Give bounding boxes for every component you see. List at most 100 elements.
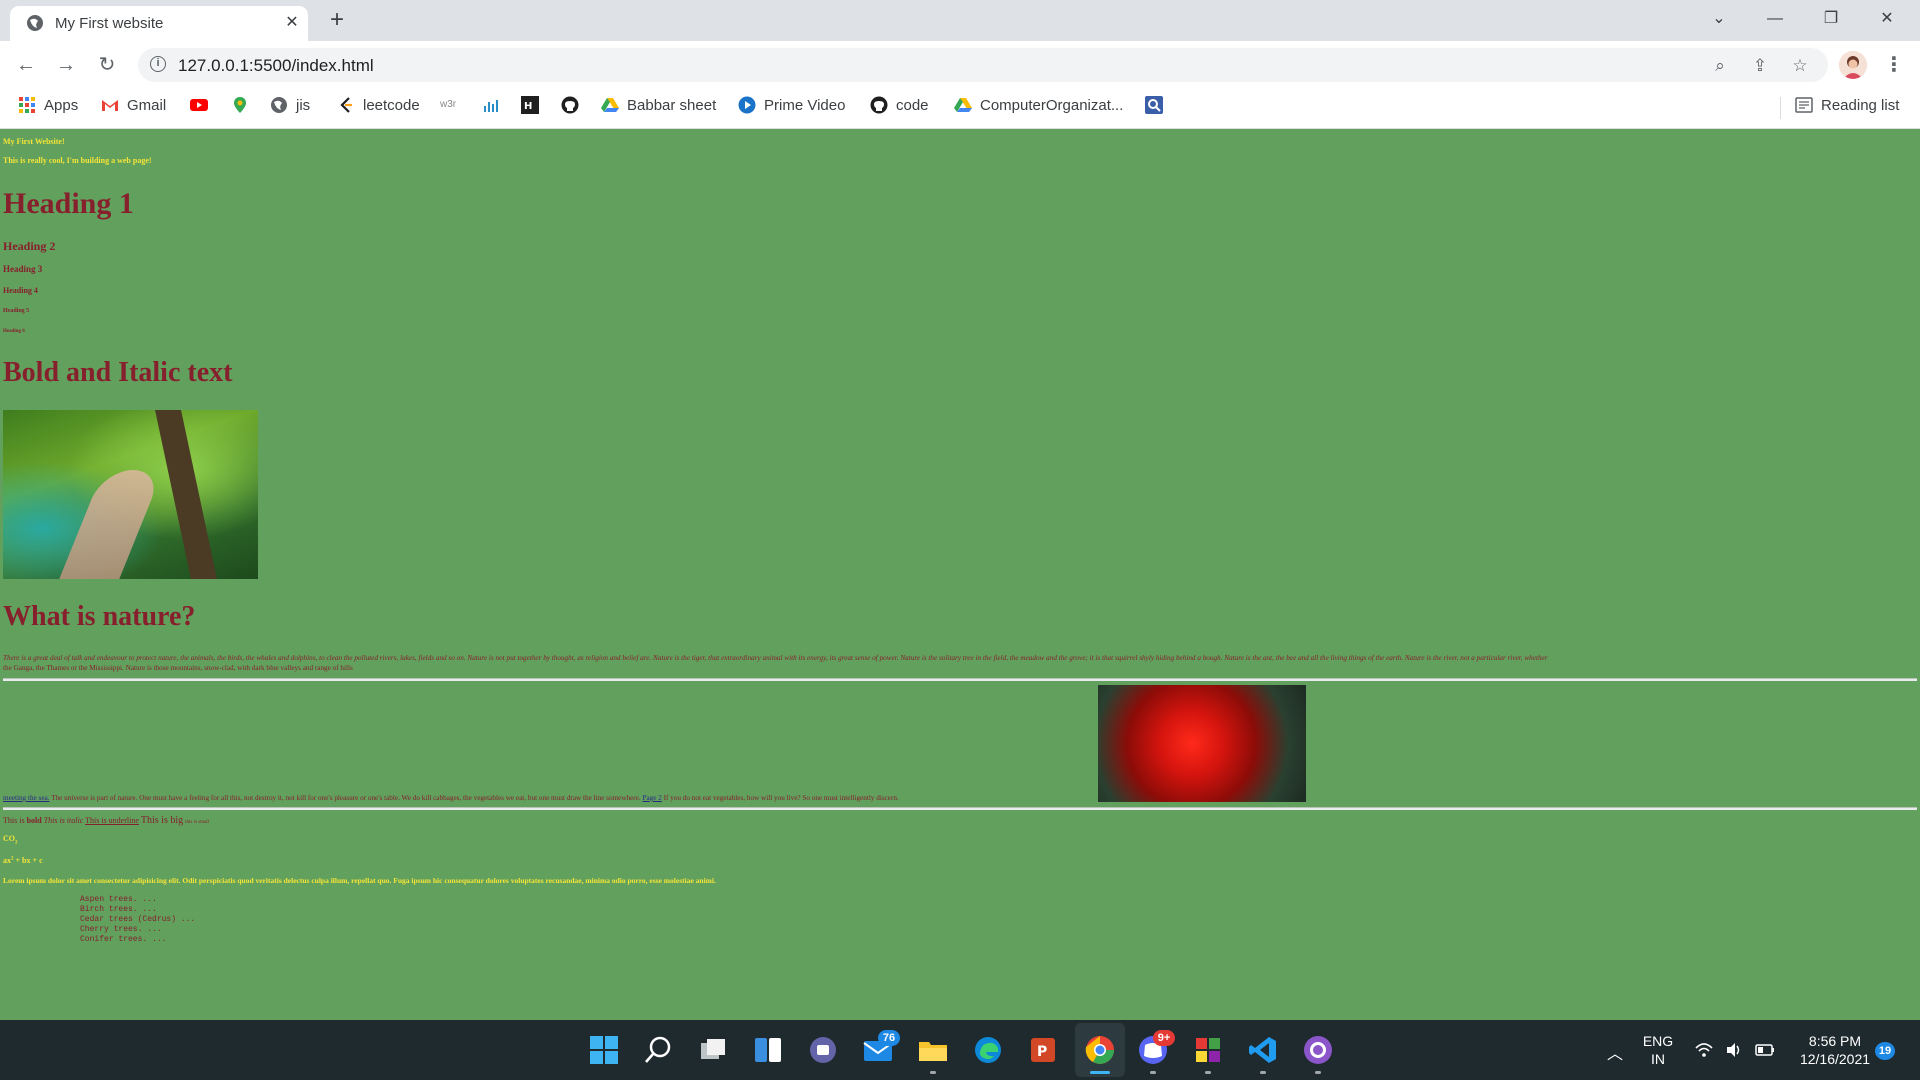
bookmark-chart[interactable] — [482, 89, 500, 121]
chart-icon — [484, 100, 498, 112]
page-2-link[interactable]: Page 2 — [642, 794, 661, 802]
running-indicator — [1315, 1071, 1321, 1074]
svg-text:P: P — [1037, 1044, 1047, 1060]
powerpoint-icon[interactable]: P — [1027, 1034, 1059, 1066]
close-tab-icon[interactable]: ✕ — [282, 13, 302, 33]
bookmark-hackerrank[interactable]: H — [521, 89, 539, 121]
mail-badge: 76 — [878, 1030, 900, 1046]
site-info-icon[interactable]: i — [150, 56, 166, 72]
bookmark-label: ComputerOrganizat... — [980, 96, 1124, 114]
bookmarks-divider — [1780, 97, 1781, 119]
bookmark-code[interactable]: code — [870, 89, 929, 121]
url-text[interactable]: 127.0.0.1:5500/index.html — [178, 56, 374, 76]
bookmark-babbar-sheet[interactable]: Babbar sheet — [601, 89, 716, 121]
bookmark-github[interactable] — [561, 89, 579, 121]
battery-icon[interactable] — [1754, 1040, 1776, 1060]
zoom-icon[interactable]: ⌕ — [1709, 55, 1731, 77]
red-rose-image — [1098, 685, 1306, 802]
apps-grid-icon — [19, 97, 35, 113]
maps-icon — [234, 97, 246, 113]
heading-3: Heading 3 — [3, 264, 43, 274]
bookmark-prime-video[interactable]: Prime Video — [738, 89, 845, 121]
tray-overflow-chevron-icon[interactable]: ︿ — [1607, 1040, 1623, 1064]
browser-toolbar: ← → ↻ i 127.0.0.1:5500/index.html ⌕ ⇪ ☆ … — [0, 41, 1920, 89]
bookmark-label: leetcode — [363, 96, 420, 114]
github-desktop-icon[interactable] — [1302, 1034, 1334, 1066]
bookmark-maps[interactable] — [231, 89, 249, 121]
task-view-icon[interactable] — [697, 1034, 729, 1066]
image-tree-trunk — [155, 410, 217, 579]
running-indicator — [1150, 1071, 1156, 1074]
youtube-icon — [190, 99, 208, 111]
tab-search-chevron-icon[interactable]: ⌄ — [1696, 0, 1742, 41]
co2-formula: CO2 — [3, 834, 18, 846]
more-menu-icon[interactable]: ⋮ — [1884, 53, 1904, 77]
widgets-icon[interactable] — [752, 1034, 784, 1066]
heading-5: Heading 5 — [3, 308, 30, 314]
forward-icon[interactable]: → — [54, 53, 78, 77]
image-boardwalk — [42, 470, 164, 579]
fmt-italic: This is italic — [43, 816, 84, 825]
address-bar[interactable]: i 127.0.0.1:5500/index.html ⌕ ⇪ ☆ — [138, 48, 1828, 82]
bookmark-label: Prime Video — [764, 96, 846, 114]
back-icon[interactable]: ← — [14, 53, 38, 77]
web-page: My First Website! This is really cool, I… — [0, 129, 1920, 1020]
minimize-button[interactable]: — — [1752, 0, 1798, 41]
close-window-button[interactable]: ✕ — [1864, 0, 1910, 41]
bookmark-w3[interactable]: w3r — [440, 89, 462, 121]
drive-icon — [954, 98, 972, 112]
heading-4: Heading 4 — [3, 286, 38, 295]
co2-text: CO — [3, 834, 15, 843]
reload-icon[interactable]: ↻ — [95, 53, 119, 77]
reading-list-button[interactable]: Reading list — [1795, 89, 1899, 121]
eq-rest: + bx + c — [15, 856, 43, 865]
clock[interactable]: 8:56 PM 12/16/2021 — [1790, 1032, 1880, 1068]
running-indicator — [1260, 1071, 1266, 1074]
fmt-underline: This is underline — [85, 816, 139, 825]
lorem-paragraph: Lorem ipsum dolor sit amet consectetur a… — [3, 876, 716, 885]
formatting-line: This is bold This is italic This is unde… — [3, 815, 209, 826]
browser-tab[interactable]: My First website ✕ — [10, 6, 308, 41]
share-icon[interactable]: ⇪ — [1749, 55, 1771, 77]
bookmark-computer-organization[interactable]: ComputerOrganizat... — [954, 89, 1123, 121]
bookmark-label: code — [896, 96, 929, 114]
universe-text: The universe is part of nature. One must… — [51, 794, 641, 802]
quadratic-equation: ax2 + bx + c — [3, 856, 43, 865]
restore-button[interactable]: ❐ — [1808, 0, 1854, 41]
edge-icon[interactable] — [972, 1034, 1004, 1066]
reading-list-icon — [1795, 97, 1813, 113]
chrome-icon[interactable] — [1084, 1034, 1116, 1066]
notification-badge[interactable]: 19 — [1875, 1042, 1895, 1060]
github-icon — [870, 96, 888, 114]
bookmark-youtube[interactable] — [190, 89, 208, 121]
bookmark-search[interactable] — [1145, 89, 1163, 121]
bookmark-gmail[interactable]: Gmail — [101, 89, 166, 121]
language-indicator[interactable]: ENG IN — [1640, 1032, 1676, 1068]
w3-icon: w3r — [440, 99, 457, 110]
fmt-bold: bold — [26, 816, 42, 825]
teams-chat-icon[interactable] — [807, 1034, 839, 1066]
file-explorer-icon[interactable] — [917, 1034, 949, 1066]
vegetables-text: If you do not eat vegetables, how will y… — [663, 794, 899, 802]
windows-start-icon[interactable] — [588, 1034, 620, 1066]
volume-icon[interactable] — [1724, 1040, 1744, 1060]
bookmarks-bar: Apps Gmail jis leetcode w3r H Babbar she… — [0, 89, 1920, 129]
chrome-active-indicator — [1090, 1071, 1110, 1074]
wifi-icon[interactable] — [1694, 1040, 1714, 1060]
eq-ax: ax — [3, 856, 11, 865]
globe-icon — [27, 15, 43, 31]
star-bookmark-icon[interactable]: ☆ — [1789, 55, 1811, 77]
meeting-the-sea-link[interactable]: meeting the sea. — [3, 794, 50, 802]
leetcode-icon — [340, 97, 352, 113]
bookmark-jis[interactable]: jis — [270, 89, 310, 121]
bookmark-apps[interactable]: Apps — [18, 89, 78, 121]
language-code: ENG — [1642, 1033, 1674, 1049]
app-tiles-icon[interactable] — [1192, 1034, 1224, 1066]
fmt-big: This is big — [140, 815, 184, 826]
bookmark-leetcode[interactable]: leetcode — [337, 89, 420, 121]
vscode-icon[interactable] — [1247, 1034, 1279, 1066]
new-tab-icon[interactable]: + — [325, 8, 349, 32]
search-icon[interactable] — [642, 1034, 674, 1066]
page-top-line-1: My First Website! — [3, 137, 65, 146]
profile-avatar[interactable] — [1839, 51, 1867, 79]
